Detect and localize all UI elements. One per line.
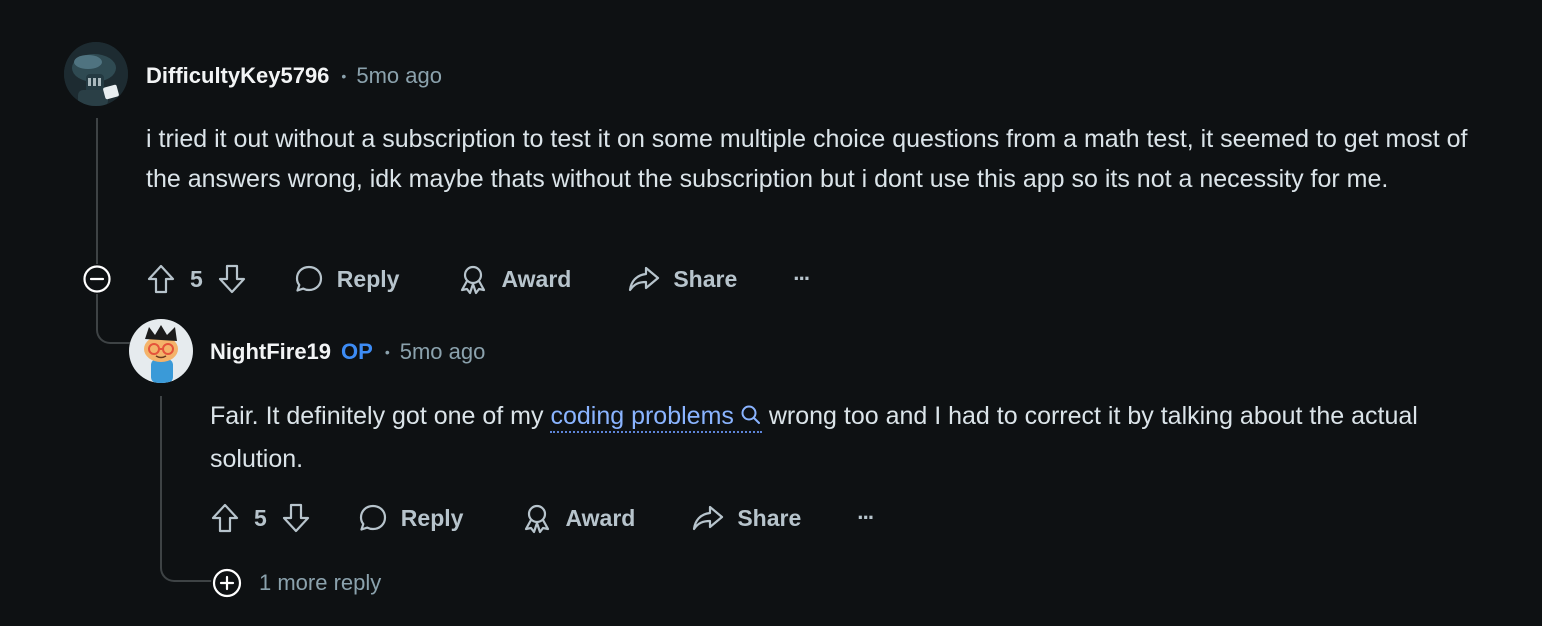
plus-circle-icon (211, 567, 243, 599)
comment-text: Fair. It definitely got one of my coding… (210, 395, 1510, 481)
search-icon (741, 405, 760, 424)
username[interactable]: DifficultyKey5796 (146, 63, 329, 89)
reply-button[interactable]: Reply (293, 263, 400, 295)
search-link-label: coding problems (550, 402, 734, 430)
comment-meta: NightFire19 OP • 5mo ago (210, 337, 485, 367)
downvote-arrow-icon (218, 264, 245, 294)
share-button[interactable]: Share (691, 502, 801, 534)
award-label: Award (501, 265, 572, 292)
reply-button[interactable]: Reply (357, 502, 464, 534)
thread-line-comment2 (160, 396, 162, 568)
timestamp[interactable]: 5mo ago (400, 339, 486, 365)
share-button[interactable]: Share (627, 263, 737, 295)
timestamp[interactable]: 5mo ago (356, 63, 442, 89)
upvote-arrow-icon (147, 264, 175, 294)
reply-label: Reply (336, 265, 400, 292)
avatar[interactable] (129, 319, 193, 383)
comment-body: i tried it out without a subscription to… (146, 119, 1486, 199)
vote-score: 5 (254, 504, 267, 531)
separator-dot: • (341, 68, 347, 84)
comment-text-before: Fair. It definitely got one of my (210, 402, 551, 430)
avatar[interactable] (64, 42, 128, 106)
award-button[interactable]: Award (457, 263, 571, 295)
collapse-button[interactable] (82, 264, 112, 294)
minus-circle-icon (83, 265, 111, 293)
comment-actions: 5 Reply Award Share ··· (146, 257, 811, 301)
username[interactable]: NightFire19 (210, 339, 331, 365)
speech-bubble-icon (359, 504, 386, 531)
award-label: Award (565, 504, 636, 531)
comment-text: i tried it out without a subscription to… (146, 125, 1468, 193)
reply-label: Reply (400, 504, 464, 531)
more-replies-button[interactable]: 1 more reply (211, 567, 381, 599)
downvote-button[interactable] (217, 263, 247, 295)
speech-bubble-icon (295, 265, 322, 292)
share-label: Share (673, 265, 738, 292)
share-label: Share (737, 504, 802, 531)
share-arrow-icon (693, 505, 724, 531)
upvote-arrow-icon (211, 503, 239, 533)
more-replies-label: 1 more reply (259, 570, 382, 595)
thread-line-comment1 (96, 118, 98, 266)
separator-dot: • (384, 344, 390, 360)
more-options-icon: ··· (857, 505, 875, 530)
award-ribbon-icon (525, 504, 550, 534)
vote-score: 5 (190, 265, 203, 292)
more-options-button[interactable]: ··· (857, 505, 875, 531)
thread-line-connector-curve (96, 310, 132, 344)
upvote-button[interactable] (210, 502, 240, 534)
comment-actions: 5 Reply Award Share ··· (210, 496, 875, 540)
alien-avatar-icon (64, 42, 128, 106)
downvote-arrow-icon (282, 503, 309, 533)
downvote-button[interactable] (281, 502, 311, 534)
thread-line-more-curve (160, 548, 214, 582)
more-options-icon: ··· (793, 266, 811, 291)
award-ribbon-icon (461, 265, 486, 295)
search-link[interactable]: coding problems (550, 402, 762, 433)
more-options-button[interactable]: ··· (793, 266, 811, 292)
op-badge: OP (341, 339, 373, 364)
upvote-button[interactable] (146, 263, 176, 295)
comment-thread: DifficultyKey5796 • 5mo ago i tried it o… (0, 0, 1542, 626)
snoo-avatar-icon (129, 319, 193, 383)
share-arrow-icon (629, 266, 660, 292)
comment-meta: DifficultyKey5796 • 5mo ago (146, 61, 442, 91)
award-button[interactable]: Award (521, 502, 635, 534)
comment-body: Fair. It definitely got one of my coding… (210, 395, 1510, 481)
